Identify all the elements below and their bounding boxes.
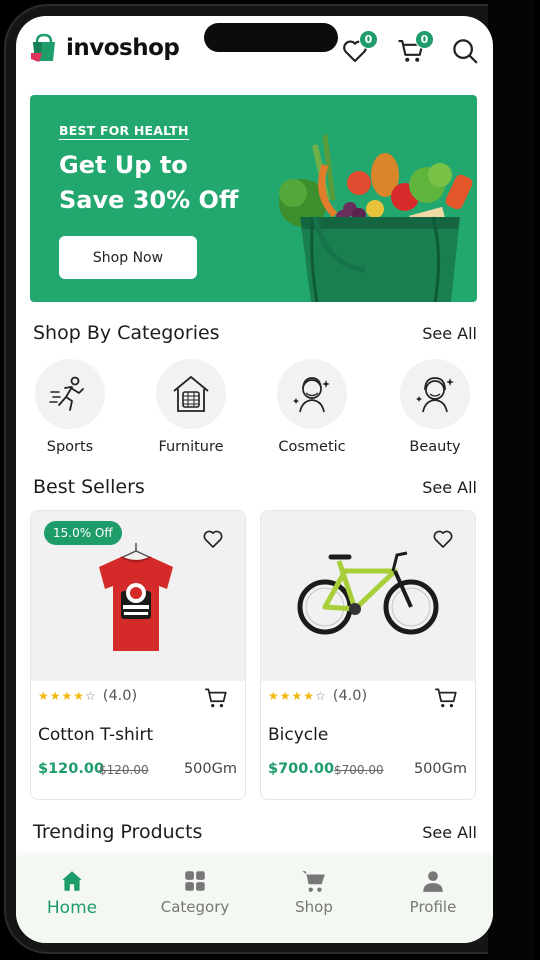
promo-banner[interactable]: BEST FOR HEALTH Get Up to Save 30% Off S… — [30, 95, 477, 302]
nav-profile[interactable]: Profile — [388, 868, 478, 916]
nav-label: Home — [46, 898, 98, 918]
cart-count-badge: 0 — [415, 30, 434, 49]
tshirt-image — [99, 543, 173, 651]
category-icon-circle — [400, 359, 470, 429]
home-icon — [62, 871, 82, 891]
cosmetic-face-icon — [293, 377, 330, 413]
nav-label: Category — [160, 898, 230, 916]
category-label: Cosmetic — [278, 439, 346, 455]
category-label: Beauty — [409, 439, 461, 455]
banner-title: Get Up to Save 30% Off — [59, 151, 239, 214]
running-icon — [49, 376, 84, 411]
shopping-cart-icon — [302, 871, 325, 892]
add-to-cart-icon[interactable] — [203, 685, 229, 711]
rating-value: (4.0) — [332, 688, 368, 704]
grocery-bag-image — [279, 134, 473, 302]
product-name: Cotton T-shirt — [38, 725, 154, 745]
best-sellers-see-all-link[interactable]: See All — [422, 478, 477, 497]
category-sports[interactable]: Sports — [25, 359, 115, 455]
add-to-cart-icon[interactable] — [433, 685, 459, 711]
product-card-cotton-tshirt[interactable]: 15.0% Off ★★★★☆ (4.0) Cotton T-shirt $12… — [30, 510, 246, 800]
heart-icon[interactable] — [201, 527, 225, 551]
nav-category[interactable]: Category — [150, 868, 240, 916]
product-rating: ★★★★☆ (4.0) — [268, 688, 367, 704]
best-sellers-title: Best Sellers — [33, 476, 145, 498]
beauty-face-icon — [416, 377, 454, 413]
app-logo[interactable]: invoshop — [28, 32, 180, 64]
category-icon-circle — [156, 359, 226, 429]
categories-title: Shop By Categories — [33, 322, 220, 344]
wishlist-button[interactable]: 0 — [340, 30, 378, 66]
category-furniture[interactable]: Furniture — [146, 359, 236, 455]
product-card-bicycle[interactable]: ★★★★☆ (4.0) Bicycle $700.00 $700.00 500G… — [260, 510, 476, 800]
home-furniture-icon — [173, 376, 209, 412]
category-label: Furniture — [158, 439, 224, 455]
heart-icon[interactable] — [431, 527, 455, 551]
category-cosmetic[interactable]: Cosmetic — [267, 359, 357, 455]
search-icon — [453, 39, 478, 64]
trending-title: Trending Products — [33, 821, 203, 843]
product-weight: 500Gm — [183, 761, 237, 777]
category-beauty[interactable]: Beauty — [390, 359, 480, 455]
shop-now-button[interactable]: Shop Now — [59, 236, 197, 279]
trending-see-all-link[interactable]: See All — [422, 823, 477, 842]
category-icon-circle — [35, 359, 105, 429]
grid-icon — [185, 871, 205, 891]
dynamic-island — [204, 23, 338, 52]
discount-badge: 15.0% Off — [44, 521, 122, 545]
product-price: $700.00 — [268, 761, 335, 777]
nav-label: Profile — [409, 898, 457, 916]
cart-button[interactable]: 0 — [396, 30, 434, 66]
wishlist-count-badge: 0 — [359, 30, 378, 49]
banner-tag: BEST FOR HEALTH — [59, 123, 189, 140]
nav-label: Shop — [295, 898, 333, 916]
star-rating-icon: ★★★★☆ — [268, 689, 327, 703]
user-icon — [423, 871, 443, 892]
bottom-navigation: Home Category Shop Profile — [16, 856, 493, 943]
nav-home[interactable]: Home — [27, 868, 117, 918]
phone-edge — [488, 0, 534, 960]
product-rating: ★★★★☆ (4.0) — [38, 688, 137, 704]
product-price: $120.00 — [38, 761, 105, 777]
category-icon-circle — [277, 359, 347, 429]
product-name: Bicycle — [268, 725, 329, 745]
product-weight: 500Gm — [413, 761, 467, 777]
category-label: Sports — [46, 439, 94, 455]
shopping-bag-logo-icon — [31, 33, 55, 62]
search-button[interactable] — [450, 36, 480, 66]
product-old-price: $700.00 — [334, 763, 384, 777]
product-old-price: $120.00 — [99, 763, 149, 777]
app-screen: invoshop 0 0 BEST FOR HEALTH Get Up to S… — [16, 16, 493, 943]
bicycle-image — [297, 551, 439, 635]
nav-shop[interactable]: Shop — [269, 868, 359, 916]
star-rating-icon: ★★★★☆ — [38, 689, 97, 703]
rating-value: (4.0) — [102, 688, 138, 704]
app-name: invoshop — [66, 35, 180, 61]
categories-see-all-link[interactable]: See All — [422, 324, 477, 343]
